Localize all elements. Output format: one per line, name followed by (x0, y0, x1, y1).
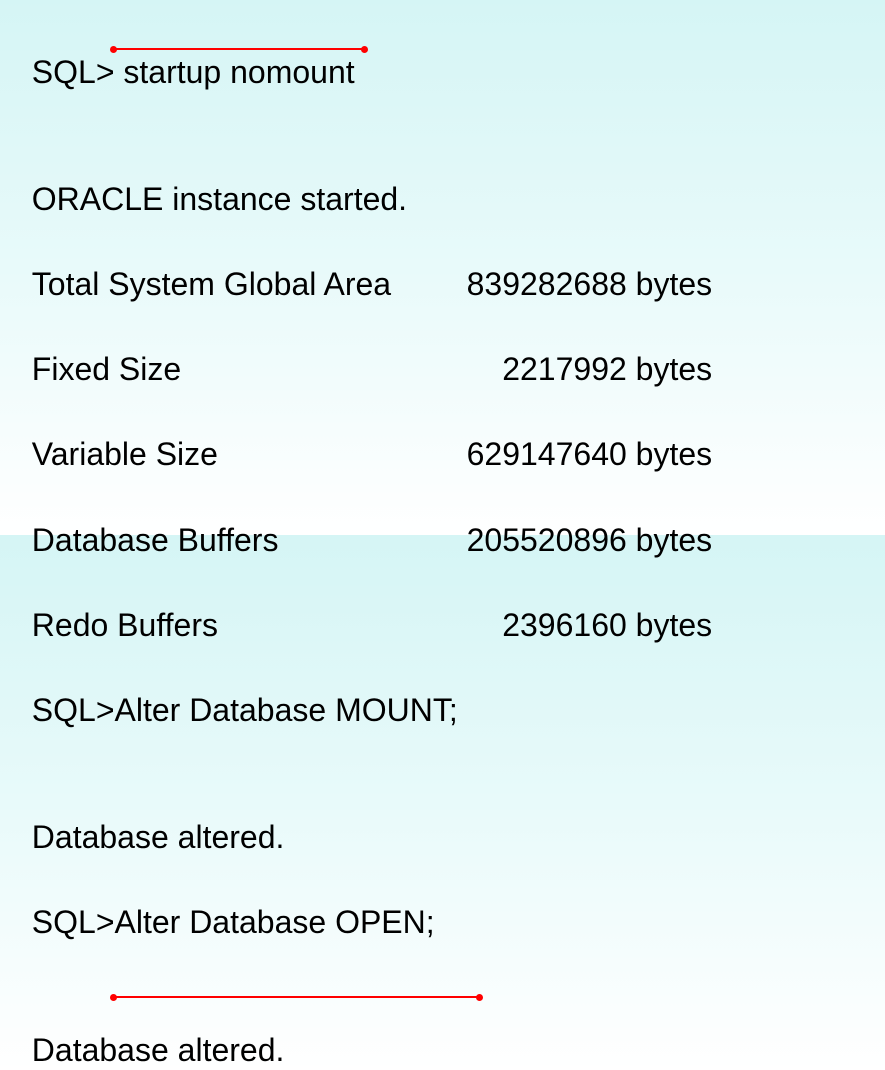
memory-fixed-label: Fixed Size (32, 348, 452, 391)
startup-command: startup nomount (123, 54, 354, 90)
memory-variable-row: Variable Size629147640 bytes (14, 391, 871, 476)
memory-total-value: 839282688 (452, 263, 627, 306)
open-command: Alter Database OPEN; (115, 904, 435, 940)
terminal-line-altered-2: Database altered. (14, 987, 871, 1070)
terminal-line-mount: SQL>Alter Database MOUNT; (14, 646, 871, 774)
memory-buffers-unit: bytes (636, 522, 712, 558)
sql-prompt: SQL> (32, 692, 115, 728)
mount-command: Alter Database MOUNT; (115, 692, 458, 728)
terminal-line-altered-1: Database altered. (14, 774, 871, 859)
memory-variable-label: Variable Size (32, 433, 452, 476)
sql-prompt: SQL> (32, 904, 115, 940)
memory-variable-value: 629147640 (452, 433, 627, 476)
memory-fixed-value: 2217992 (452, 348, 627, 391)
underline-annotation (113, 48, 365, 50)
instance-started-msg: ORACLE instance started. (32, 181, 407, 217)
sql-prompt: SQL> (32, 54, 115, 90)
memory-buffers-value: 205520896 (452, 519, 627, 562)
memory-fixed-unit: bytes (636, 351, 712, 387)
memory-fixed-row: Fixed Size2217992 bytes (14, 306, 871, 391)
memory-redo-label: Redo Buffers (32, 604, 452, 647)
terminal-line-1: SQL> startup nomount (14, 8, 871, 136)
db-altered-msg: Database altered. (32, 1032, 285, 1068)
memory-buffers-row: Database Buffers205520896 bytes (14, 476, 871, 561)
terminal-line-2: ORACLE instance started. (14, 136, 871, 221)
terminal-line-open: SQL>Alter Database OPEN; (14, 859, 871, 987)
memory-total-label: Total System Global Area (32, 263, 452, 306)
memory-buffers-label: Database Buffers (32, 519, 452, 562)
memory-variable-unit: bytes (636, 436, 712, 472)
memory-redo-row: Redo Buffers2396160 bytes (14, 561, 871, 646)
db-altered-msg: Database altered. (32, 819, 285, 855)
memory-redo-value: 2396160 (452, 604, 627, 647)
memory-total-unit: bytes (636, 266, 712, 302)
memory-total-row: Total System Global Area839282688 bytes (14, 221, 871, 306)
memory-redo-unit: bytes (636, 607, 712, 643)
